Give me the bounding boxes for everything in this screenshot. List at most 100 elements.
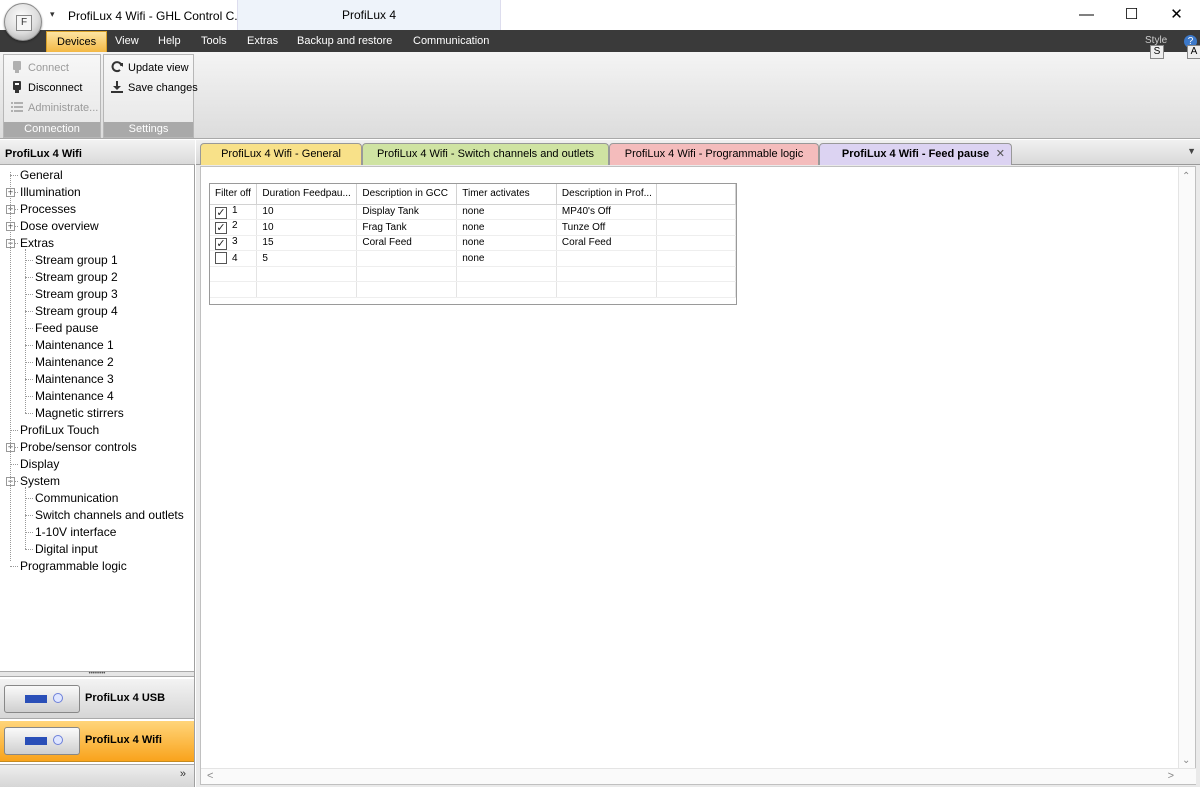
tree-item-maintenance-4[interactable]: Maintenance 4 (35, 388, 114, 405)
tab-view[interactable]: View (115, 30, 139, 52)
close-tab-icon[interactable]: ✕ (996, 144, 1005, 165)
timer-activates-cell[interactable]: none (456, 235, 557, 251)
tree-item-feed-pause[interactable]: Feed pause (35, 320, 98, 337)
tab-tools[interactable]: Tools (201, 30, 227, 52)
tree-item-maintenance-2[interactable]: Maintenance 2 (35, 354, 114, 371)
tree-item-dose-overview[interactable]: Dose overview (20, 218, 99, 235)
filter-off-checkbox[interactable]: ✓ (215, 206, 227, 219)
navigation-panel-title: ProfiLux 4 Wifi (0, 140, 195, 165)
panel-splitter[interactable]: •••••••• (0, 671, 194, 677)
save-changes-button[interactable]: Save changes (110, 79, 198, 97)
tab-communication[interactable]: Communication (413, 30, 489, 52)
tree-item-processes[interactable]: Processes (20, 201, 76, 218)
description-prof-cell[interactable] (556, 250, 657, 267)
tree-connector (25, 379, 33, 380)
tab-switch-channels-and-outlets[interactable]: ProfiLux 4 Wifi - Switch channels and ou… (362, 143, 609, 165)
tab-feed-pause[interactable]: ProfiLux 4 Wifi - Feed pause ✕ (819, 143, 1012, 165)
scroll-up-icon[interactable]: ⌃ (1182, 171, 1190, 182)
scroll-left-icon[interactable]: < (207, 770, 213, 782)
tab-list-dropdown-icon[interactable]: ▼ (1187, 146, 1196, 156)
tree-item-stream-group-1[interactable]: Stream group 1 (35, 252, 118, 269)
tree-item-display[interactable]: Display (20, 456, 59, 473)
update-view-button[interactable]: Update view (110, 59, 189, 77)
tab-extras[interactable]: Extras (247, 30, 278, 52)
column-header-duration[interactable]: Duration Feedpau... (256, 184, 358, 205)
horizontal-scrollbar[interactable]: < > (201, 768, 1196, 784)
table-row[interactable]: ✓ 1 10 Display Tank none MP40's Off (210, 204, 737, 220)
table-row[interactable]: ✓ 3 15 Coral Feed none Coral Feed (210, 235, 737, 251)
description-prof-cell[interactable]: Tunze Off (556, 219, 657, 236)
duration-cell[interactable]: 10 (256, 219, 358, 236)
feed-pause-grid: Filter off Duration Feedpau... Descripti… (209, 183, 737, 305)
connection-group: Connect Disconnect Administrate... Conne… (3, 54, 101, 138)
duration-cell[interactable]: 5 (256, 250, 358, 267)
tab-backup-and-restore[interactable]: Backup and restore (297, 30, 392, 52)
vertical-scrollbar[interactable]: ⌃ ⌄ (1178, 167, 1195, 770)
quick-access-dropdown-icon[interactable]: ▾ (50, 9, 55, 20)
column-header-filter-off[interactable]: Filter off (210, 184, 258, 205)
administrate-button[interactable]: Administrate... (10, 99, 98, 117)
column-header-description-prof[interactable]: Description in Prof... (556, 184, 657, 205)
duration-cell[interactable]: 10 (256, 204, 358, 220)
close-button[interactable]: ✕ (1154, 0, 1199, 30)
connect-button[interactable]: Connect (10, 59, 69, 77)
tree-item-stream-group-3[interactable]: Stream group 3 (35, 286, 118, 303)
tree-item-magnetic-stirrers[interactable]: Magnetic stirrers (35, 405, 124, 422)
table-row[interactable]: ✓ 2 10 Frag Tank none Tunze Off (210, 219, 737, 236)
timer-activates-cell[interactable]: none (456, 250, 557, 267)
tree-item-illumination[interactable]: Illumination (20, 184, 81, 201)
duration-cell[interactable]: 15 (256, 235, 358, 251)
row-index: 1 (232, 204, 238, 216)
tree-connector (25, 362, 33, 363)
timer-activates-cell[interactable]: none (456, 204, 557, 220)
description-gcc-cell[interactable]: Coral Feed (356, 235, 458, 251)
settings-group-label: Settings (104, 122, 193, 137)
document-tab-strip: ProfiLux 4 Wifi - General ProfiLux 4 Wif… (196, 140, 1200, 165)
tab-general[interactable]: ProfiLux 4 Wifi - General (200, 143, 362, 165)
filter-off-checkbox[interactable]: ✓ (215, 222, 227, 235)
application-menu-button[interactable]: F (4, 3, 42, 41)
timer-activates-cell[interactable]: none (456, 219, 557, 236)
tree-item-programmable-logic[interactable]: Programmable logic (20, 558, 127, 575)
device-image (4, 727, 80, 755)
list-icon (11, 102, 23, 112)
tree-item-system[interactable]: System (20, 473, 60, 490)
disconnect-button[interactable]: Disconnect (10, 79, 82, 97)
maximize-button[interactable]: ☐ (1109, 0, 1154, 30)
device-image (4, 685, 80, 713)
tree-item-profilux-touch[interactable]: ProfiLux Touch (20, 422, 99, 439)
tree-connector (25, 260, 33, 261)
filter-off-checkbox[interactable] (215, 252, 227, 265)
description-gcc-cell[interactable] (356, 250, 458, 267)
tab-help[interactable]: Help (158, 30, 181, 52)
table-row[interactable]: 4 5 none (210, 250, 737, 267)
scroll-right-icon[interactable]: > (1168, 770, 1174, 782)
filler-cell (656, 204, 737, 220)
filter-off-cell: 4 (210, 250, 258, 267)
tree-item-switch-channels-and-outlets[interactable]: Switch channels and outlets (35, 507, 184, 524)
tree-item-probe-sensor-controls[interactable]: Probe/sensor controls (20, 439, 137, 456)
column-header-description-gcc[interactable]: Description in GCC (356, 184, 458, 205)
minimize-button[interactable]: — (1064, 0, 1109, 30)
scroll-down-icon[interactable]: ⌄ (1182, 755, 1190, 766)
tree-item-communication[interactable]: Communication (35, 490, 118, 507)
tree-item-stream-group-2[interactable]: Stream group 2 (35, 269, 118, 286)
tree-item-digital-input[interactable]: Digital input (35, 541, 98, 558)
tree-item-maintenance-3[interactable]: Maintenance 3 (35, 371, 114, 388)
configure-buttons-icon[interactable]: » (180, 768, 186, 780)
filter-off-checkbox[interactable]: ✓ (215, 237, 227, 250)
device-item-profilux-4-usb[interactable]: ProfiLux 4 USB (0, 679, 194, 719)
tree-item-stream-group-4[interactable]: Stream group 4 (35, 303, 118, 320)
device-item-profilux-4-wifi[interactable]: ProfiLux 4 Wifi (0, 721, 194, 762)
description-prof-cell[interactable]: MP40's Off (556, 204, 657, 220)
description-gcc-cell[interactable]: Frag Tank (356, 219, 458, 236)
tree-item-general[interactable]: General (20, 167, 63, 184)
tab-devices[interactable]: Devices (46, 31, 108, 52)
tree-connector (25, 498, 33, 499)
tree-item-maintenance-1[interactable]: Maintenance 1 (35, 337, 114, 354)
description-prof-cell[interactable]: Coral Feed (556, 235, 657, 251)
tree-item-1-10v-interface[interactable]: 1-10V interface (35, 524, 116, 541)
column-header-timer-activates[interactable]: Timer activates (456, 184, 557, 205)
tab-programmable-logic[interactable]: ProfiLux 4 Wifi - Programmable logic (609, 143, 819, 165)
description-gcc-cell[interactable]: Display Tank (356, 204, 458, 220)
